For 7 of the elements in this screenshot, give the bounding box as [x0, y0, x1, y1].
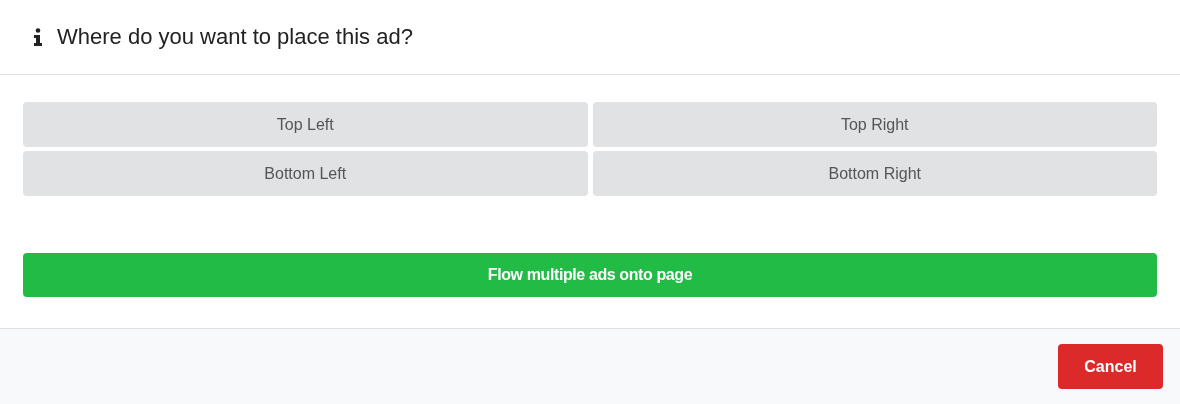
- position-button[interactable]: Top Left: [23, 102, 588, 147]
- position-button[interactable]: Bottom Right: [592, 151, 1157, 196]
- position-button[interactable]: Bottom Left: [23, 151, 588, 196]
- cancel-button[interactable]: Cancel: [1058, 344, 1163, 389]
- dialog-title: Where do you want to place this ad?: [57, 24, 413, 50]
- info-icon: [33, 28, 43, 46]
- position-button[interactable]: Top Right: [592, 102, 1157, 147]
